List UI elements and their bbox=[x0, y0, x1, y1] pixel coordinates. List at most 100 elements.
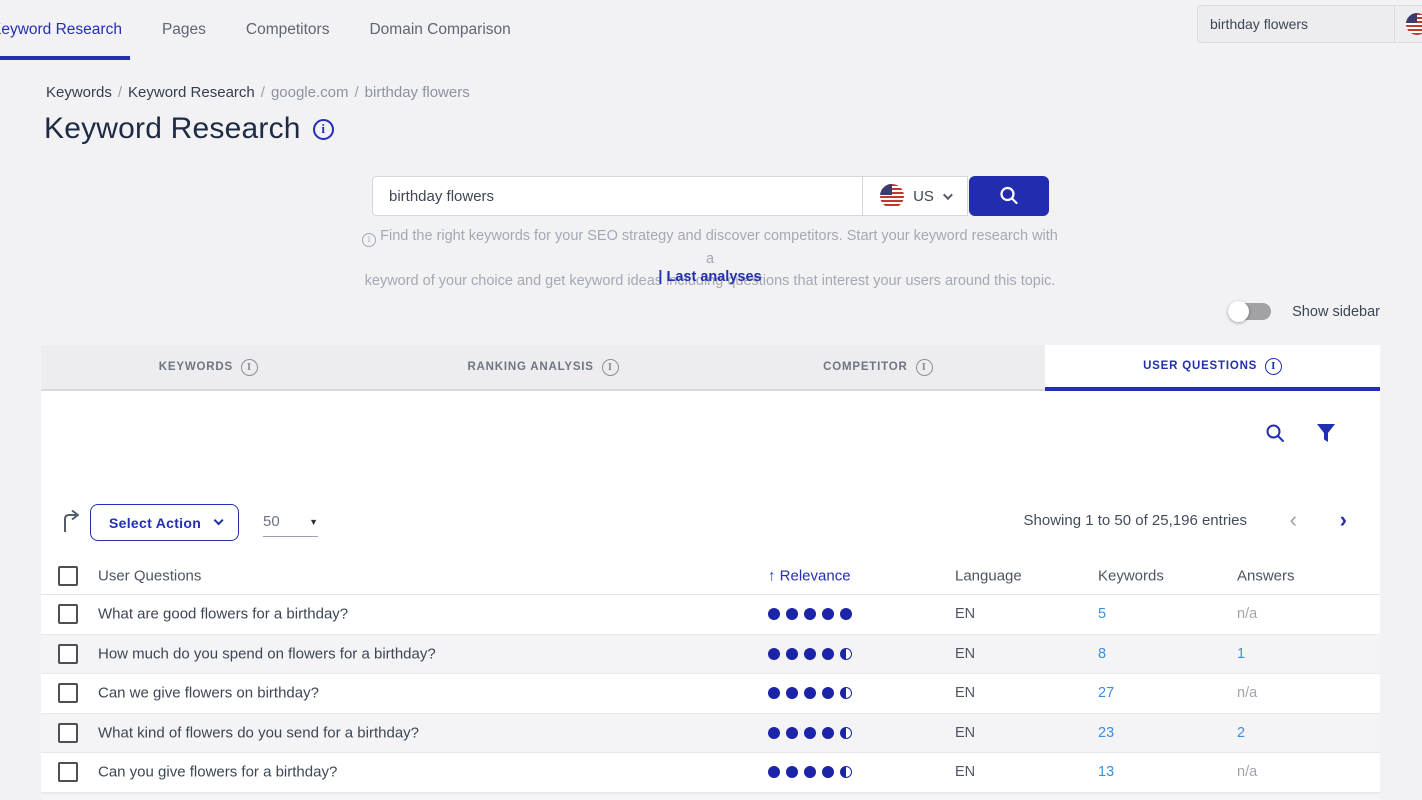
row-checkbox[interactable] bbox=[58, 723, 78, 743]
relevance-dot-full bbox=[804, 766, 816, 778]
info-icon[interactable]: i bbox=[313, 119, 334, 140]
page-title-row: Keyword Research i bbox=[44, 112, 334, 146]
relevance-dot-half bbox=[840, 766, 852, 778]
nav-item-pages[interactable]: Pages bbox=[142, 0, 226, 60]
relevance-dots bbox=[768, 687, 852, 699]
relevance-dot-full bbox=[822, 608, 834, 620]
language-value: EN bbox=[955, 685, 975, 701]
country-code: US bbox=[913, 188, 934, 205]
language-value: EN bbox=[955, 606, 975, 622]
table-row-partial bbox=[41, 793, 1380, 800]
question-text: How much do you spend on flowers for a b… bbox=[98, 645, 436, 662]
nav-items: Keyword Research Pages Competitors Domai… bbox=[0, 0, 531, 60]
page-size-select[interactable]: 50 ▼ bbox=[263, 507, 318, 537]
pagination-next-button[interactable]: › bbox=[1340, 507, 1347, 533]
filter-icon[interactable] bbox=[1316, 423, 1336, 444]
table-row[interactable]: Can you give flowers for a birthday? EN … bbox=[41, 753, 1380, 793]
column-answers[interactable]: Answers bbox=[1237, 568, 1295, 585]
nav-item-competitors[interactable]: Competitors bbox=[226, 0, 350, 60]
question-text: Can we give flowers on birthday? bbox=[98, 685, 319, 702]
nav-item-keyword-research[interactable]: Keyword Research bbox=[0, 0, 142, 60]
keyword-search-form: US bbox=[372, 176, 1049, 216]
breadcrumb-separator: / bbox=[118, 84, 122, 101]
relevance-dot-full bbox=[822, 727, 834, 739]
keywords-count-link[interactable]: 13 bbox=[1098, 764, 1114, 780]
table-row[interactable]: Can we give flowers on birthday? EN 27 n… bbox=[41, 674, 1380, 714]
tab-label: USER QUESTIONS bbox=[1143, 360, 1257, 372]
row-checkbox[interactable] bbox=[58, 762, 78, 782]
tab-user-questions[interactable]: USER QUESTIONS i bbox=[1045, 345, 1380, 391]
top-country-select[interactable] bbox=[1395, 13, 1422, 35]
column-user-questions[interactable]: User Questions bbox=[98, 568, 201, 585]
tab-bar: KEYWORDSi RANKING ANALYSISi COMPETITORi … bbox=[41, 345, 1380, 391]
description-line-1: Find the right keywords for your SEO str… bbox=[380, 228, 1058, 267]
select-all-checkbox[interactable] bbox=[58, 566, 78, 586]
row-checkbox[interactable] bbox=[58, 644, 78, 664]
info-icon[interactable]: i bbox=[241, 359, 258, 376]
tab-ranking-analysis[interactable]: RANKING ANALYSIS i bbox=[376, 345, 711, 391]
user-questions-table: User Questions ↑ Relevance Language Keyw… bbox=[41, 558, 1380, 800]
tab-keywords[interactable]: KEYWORDSi bbox=[41, 345, 376, 391]
relevance-dot-full bbox=[786, 608, 798, 620]
info-icon[interactable]: i bbox=[916, 359, 933, 376]
show-sidebar-toggle[interactable] bbox=[1229, 303, 1271, 320]
breadcrumb: Keywords/Keyword Research/google.com/bir… bbox=[46, 84, 470, 101]
pagination-prev-button[interactable]: ‹ bbox=[1290, 507, 1297, 533]
nav-item-label: Pages bbox=[162, 21, 206, 39]
row-checkbox[interactable] bbox=[58, 683, 78, 703]
info-icon[interactable]: i bbox=[602, 359, 619, 376]
language-value: EN bbox=[955, 764, 975, 780]
breadcrumb-item[interactable]: birthday flowers bbox=[365, 84, 470, 101]
results-panel: KEYWORDSi RANKING ANALYSISi COMPETITORi … bbox=[41, 345, 1380, 800]
relevance-dot-full bbox=[786, 766, 798, 778]
tab-competitor[interactable]: COMPETITORi bbox=[711, 345, 1046, 391]
table-row[interactable]: How much do you spend on flowers for a b… bbox=[41, 635, 1380, 675]
relevance-dot-full bbox=[768, 648, 780, 660]
tab-label: RANKING ANALYSIS bbox=[467, 361, 593, 373]
column-keywords[interactable]: Keywords bbox=[1098, 568, 1164, 585]
keywords-count-link[interactable]: 5 bbox=[1098, 606, 1106, 622]
relevance-dot-full bbox=[786, 648, 798, 660]
keywords-count-link[interactable]: 8 bbox=[1098, 646, 1106, 662]
row-checkbox[interactable] bbox=[58, 604, 78, 624]
table-search-icon[interactable] bbox=[1265, 423, 1286, 444]
toggle-knob bbox=[1228, 301, 1249, 322]
select-action-dropdown[interactable]: Select Action bbox=[90, 504, 239, 541]
relevance-dot-full bbox=[768, 727, 780, 739]
language-value: EN bbox=[955, 646, 975, 662]
relevance-dot-full bbox=[804, 608, 816, 620]
nav-item-label: Competitors bbox=[246, 21, 330, 39]
answers-count-link[interactable]: 2 bbox=[1237, 725, 1245, 741]
last-analyses-link[interactable]: | Last analyses bbox=[360, 269, 1060, 285]
country-select[interactable]: US bbox=[862, 176, 968, 216]
relevance-dot-full bbox=[840, 608, 852, 620]
table-row[interactable]: What kind of flowers do you send for a b… bbox=[41, 714, 1380, 754]
table-header: User Questions ↑ Relevance Language Keyw… bbox=[41, 558, 1380, 595]
relevance-dots bbox=[768, 608, 852, 620]
relevance-dot-half bbox=[840, 727, 852, 739]
breadcrumb-item[interactable]: Keywords bbox=[46, 84, 112, 101]
column-language[interactable]: Language bbox=[955, 568, 1022, 585]
relevance-dot-full bbox=[768, 687, 780, 699]
relevance-dot-full bbox=[768, 608, 780, 620]
relevance-dot-full bbox=[786, 687, 798, 699]
nav-item-domain-comparison[interactable]: Domain Comparison bbox=[349, 0, 530, 60]
top-search-input[interactable] bbox=[1198, 6, 1394, 42]
relevance-dot-full bbox=[786, 727, 798, 739]
table-row[interactable]: What are good flowers for a birthday? EN… bbox=[41, 595, 1380, 635]
top-navigation: Keyword Research Pages Competitors Domai… bbox=[0, 0, 1422, 60]
showing-entries-text: Showing 1 to 50 of 25,196 entries bbox=[1024, 512, 1248, 529]
breadcrumb-item[interactable]: Keyword Research bbox=[128, 84, 255, 101]
column-relevance-sorted[interactable]: ↑ Relevance bbox=[768, 568, 851, 585]
answers-count-link[interactable]: 1 bbox=[1237, 646, 1245, 662]
page-size-value: 50 bbox=[263, 513, 280, 530]
keywords-count-link[interactable]: 23 bbox=[1098, 725, 1114, 741]
us-flag-icon bbox=[880, 184, 904, 208]
keyword-input[interactable] bbox=[372, 176, 862, 216]
search-button[interactable] bbox=[969, 176, 1049, 216]
info-icon[interactable]: i bbox=[1265, 358, 1282, 375]
export-icon[interactable] bbox=[61, 510, 83, 539]
relevance-dot-full bbox=[822, 648, 834, 660]
keywords-count-link[interactable]: 27 bbox=[1098, 685, 1114, 701]
breadcrumb-item[interactable]: google.com bbox=[271, 84, 349, 101]
